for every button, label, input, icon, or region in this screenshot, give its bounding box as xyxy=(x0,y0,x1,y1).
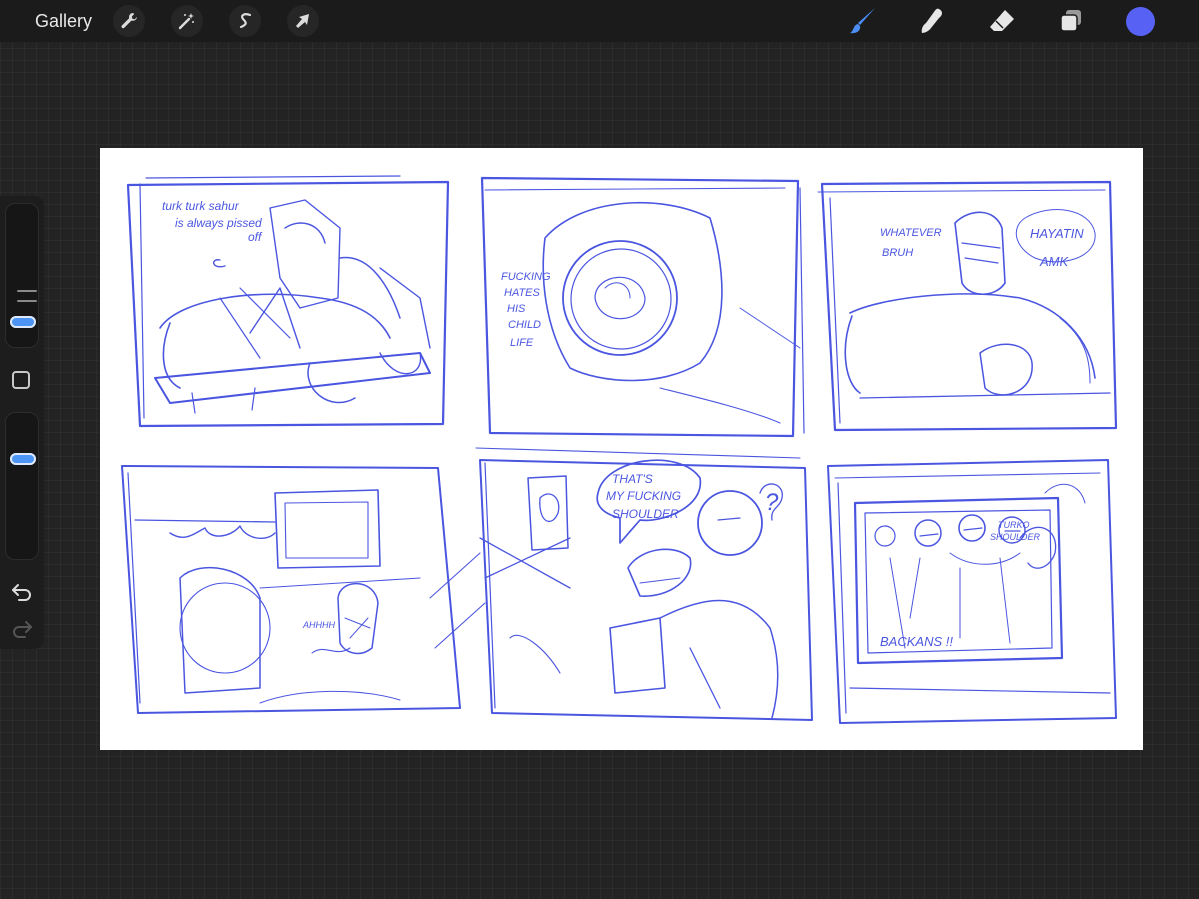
panel-4-text-label: AHHHH xyxy=(302,620,336,630)
storyboard-sketch: turk turk sahur is always pissed off FUC… xyxy=(121,175,1118,724)
color-picker-button[interactable] xyxy=(1126,7,1155,36)
panel-5-text-line1: THAT'S xyxy=(612,472,653,486)
panel-3-text-right2: AMK xyxy=(1039,254,1070,269)
brush-size-knob[interactable] xyxy=(10,316,36,328)
slider-tick xyxy=(17,300,37,302)
smudge-finger-icon xyxy=(921,8,942,33)
brush-tool-button[interactable] xyxy=(846,4,880,38)
panel-3 xyxy=(817,180,1118,432)
panel-3-text-left1: WHATEVER xyxy=(880,227,942,239)
panel-5-text-line3: SHOULDER xyxy=(612,507,679,521)
gallery-button[interactable]: Gallery xyxy=(35,10,92,32)
panel-2-text-line5: LIFE xyxy=(510,337,534,349)
panel-6-text-tag1: TURKO xyxy=(998,520,1030,530)
layers-button[interactable] xyxy=(1054,4,1088,38)
panel-2-text-line3: HIS xyxy=(507,303,526,315)
panel-2-text-line2: HATES xyxy=(504,287,541,299)
panel-2-text-line1: FUCKING xyxy=(501,271,551,283)
panel-1-text-line3: off xyxy=(248,230,263,244)
transform-button[interactable] xyxy=(287,5,319,37)
slider-tick xyxy=(17,290,37,292)
selection-button[interactable] xyxy=(229,5,261,37)
panel-1-text-line1: turk turk sahur xyxy=(162,199,240,213)
drawing-canvas[interactable]: turk turk sahur is always pissed off FUC… xyxy=(100,148,1143,750)
panel-4 xyxy=(121,465,461,714)
layers-icon xyxy=(1060,10,1081,32)
paintbrush-icon xyxy=(850,8,875,34)
panel-1-text-line2: is always pissed xyxy=(175,216,262,230)
panel-5-text-question: ? xyxy=(765,489,779,516)
actions-button[interactable] xyxy=(113,5,145,37)
panel-5-text-line2: MY FUCKING xyxy=(606,489,681,503)
redo-icon[interactable] xyxy=(10,618,34,638)
arrow-cursor-icon xyxy=(296,14,309,28)
panel-3-text-right1: HAYATIN xyxy=(1030,226,1084,241)
smudge-tool-button[interactable] xyxy=(915,4,949,38)
brush-size-slider[interactable] xyxy=(5,203,39,348)
top-toolbar: Gallery xyxy=(0,0,1199,42)
opacity-slider[interactable] xyxy=(5,412,39,560)
adjustments-button[interactable] xyxy=(171,5,203,37)
modify-button[interactable] xyxy=(12,371,30,389)
panel-6 xyxy=(827,459,1117,724)
panel-3-text-left2: BRUH xyxy=(882,247,913,259)
panel-6-text-bottom: BACKANS !! xyxy=(880,634,953,649)
panel-6-text-tag2: SHOULDER xyxy=(990,532,1041,542)
eraser-icon xyxy=(990,10,1014,31)
left-sidebar xyxy=(0,196,44,649)
magic-wand-icon xyxy=(178,13,194,30)
opacity-knob[interactable] xyxy=(10,453,36,465)
selection-s-icon xyxy=(239,13,252,29)
panel-2-text-line4: CHILD xyxy=(508,319,541,331)
wrench-icon xyxy=(121,13,137,29)
panel-2 xyxy=(480,176,805,438)
eraser-tool-button[interactable] xyxy=(985,4,1019,38)
undo-icon[interactable] xyxy=(10,581,34,601)
panel-1 xyxy=(126,175,450,428)
